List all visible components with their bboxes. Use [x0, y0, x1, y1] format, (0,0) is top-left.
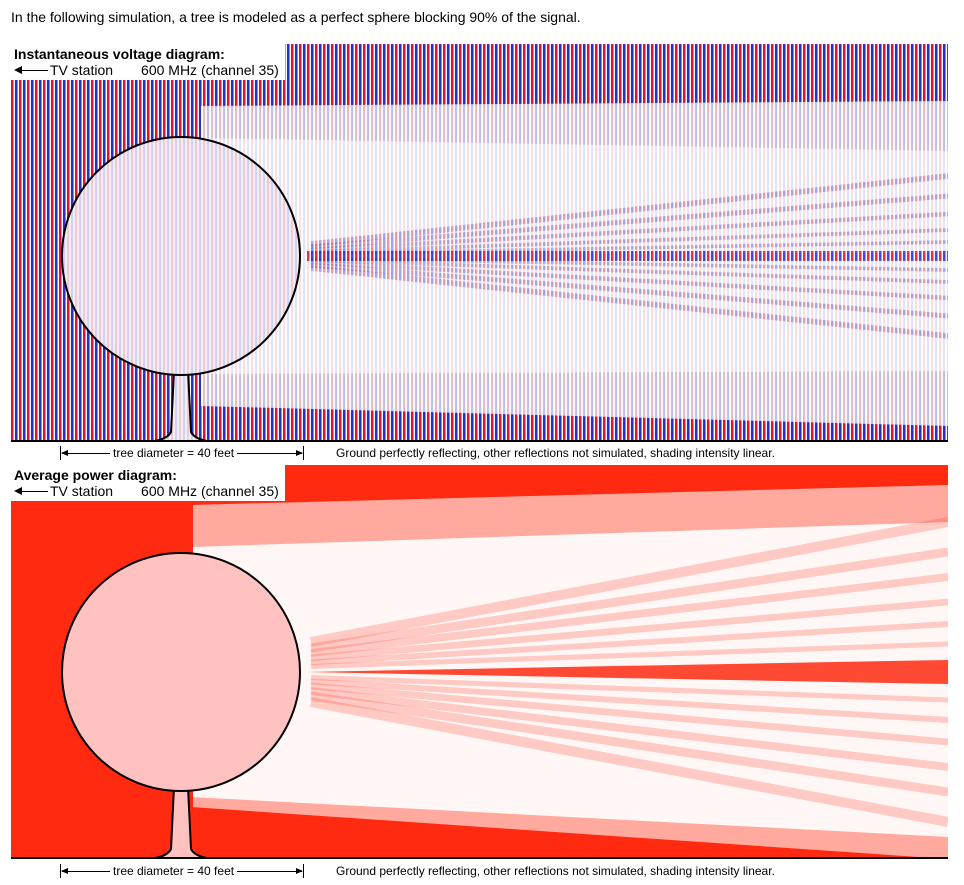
frequency-label: 600 MHz (channel 35) [141, 483, 279, 499]
ground-line [11, 857, 948, 859]
direction-label: TV station [50, 62, 114, 78]
tree-diameter-dimension: tree diameter = 40 feet [60, 864, 304, 878]
ground-line [11, 440, 948, 442]
voltage-diagram: Instantaneous voltage diagram: TV statio… [11, 44, 948, 442]
direction-label: TV station [50, 483, 114, 499]
frequency-label: 600 MHz (channel 35) [141, 62, 279, 78]
intro-text: In the following simulation, a tree is m… [11, 9, 581, 25]
tree-diameter-dimension: tree diameter = 40 feet [60, 446, 304, 460]
power-diagram-label: Average power diagram: TV station 600 MH… [11, 465, 285, 501]
tree-sphere [61, 136, 301, 376]
tree-diameter-label: tree diameter = 40 feet [110, 446, 238, 460]
power-diagram: Average power diagram: TV station 600 MH… [11, 465, 948, 859]
power-diagram-title: Average power diagram: [14, 467, 177, 483]
voltage-diagram-title: Instantaneous voltage diagram: [14, 46, 225, 62]
tree-sphere [61, 552, 301, 792]
left-arrow-icon [14, 65, 48, 75]
power-caption: Ground perfectly reflecting, other refle… [336, 864, 775, 878]
left-arrow-icon [14, 486, 48, 496]
tree-diameter-label: tree diameter = 40 feet [110, 864, 238, 878]
voltage-diagram-label: Instantaneous voltage diagram: TV statio… [11, 44, 285, 80]
voltage-interference-field [11, 44, 948, 442]
power-field-image [11, 465, 948, 859]
voltage-field-image [11, 44, 948, 442]
power-interference-field [11, 465, 948, 859]
voltage-caption: Ground perfectly reflecting, other refle… [336, 446, 775, 460]
